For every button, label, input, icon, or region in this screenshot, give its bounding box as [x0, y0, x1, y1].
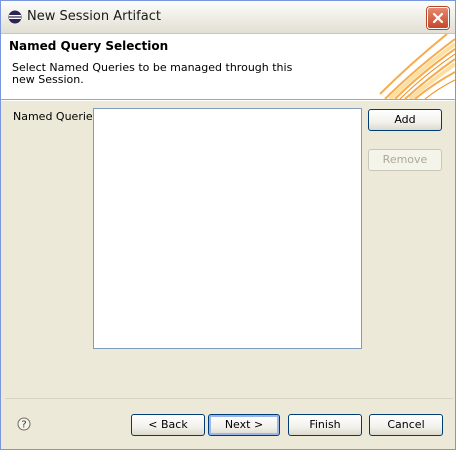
- next-button[interactable]: Next >: [208, 414, 280, 436]
- close-button[interactable]: [427, 7, 449, 29]
- named-queries-list[interactable]: [93, 108, 362, 349]
- svg-text:?: ?: [21, 420, 26, 431]
- eclipse-app-icon: [8, 10, 22, 24]
- banner-separator: [1, 100, 455, 101]
- page-description: Select Named Queries to be managed throu…: [12, 61, 293, 86]
- named-queries-label: Named Queries: [13, 110, 99, 123]
- wizard-banner-art: [379, 34, 455, 99]
- finish-button[interactable]: Finish: [288, 414, 362, 436]
- page-title: Named Query Selection: [9, 39, 169, 53]
- help-icon[interactable]: ?: [17, 417, 31, 431]
- window-title: New Session Artifact: [27, 9, 161, 24]
- back-button[interactable]: < Back: [131, 414, 205, 436]
- remove-button[interactable]: Remove: [368, 149, 442, 171]
- wizard-banner: Named Query Selection Select Named Queri…: [1, 34, 455, 100]
- cancel-button[interactable]: Cancel: [369, 414, 443, 436]
- wizard-window: New Session Artifact Named Query Selecti…: [0, 0, 456, 450]
- add-button[interactable]: Add: [368, 109, 442, 131]
- footer-divider: [5, 398, 453, 399]
- title-bar[interactable]: New Session Artifact: [1, 1, 455, 34]
- close-icon: [432, 12, 444, 24]
